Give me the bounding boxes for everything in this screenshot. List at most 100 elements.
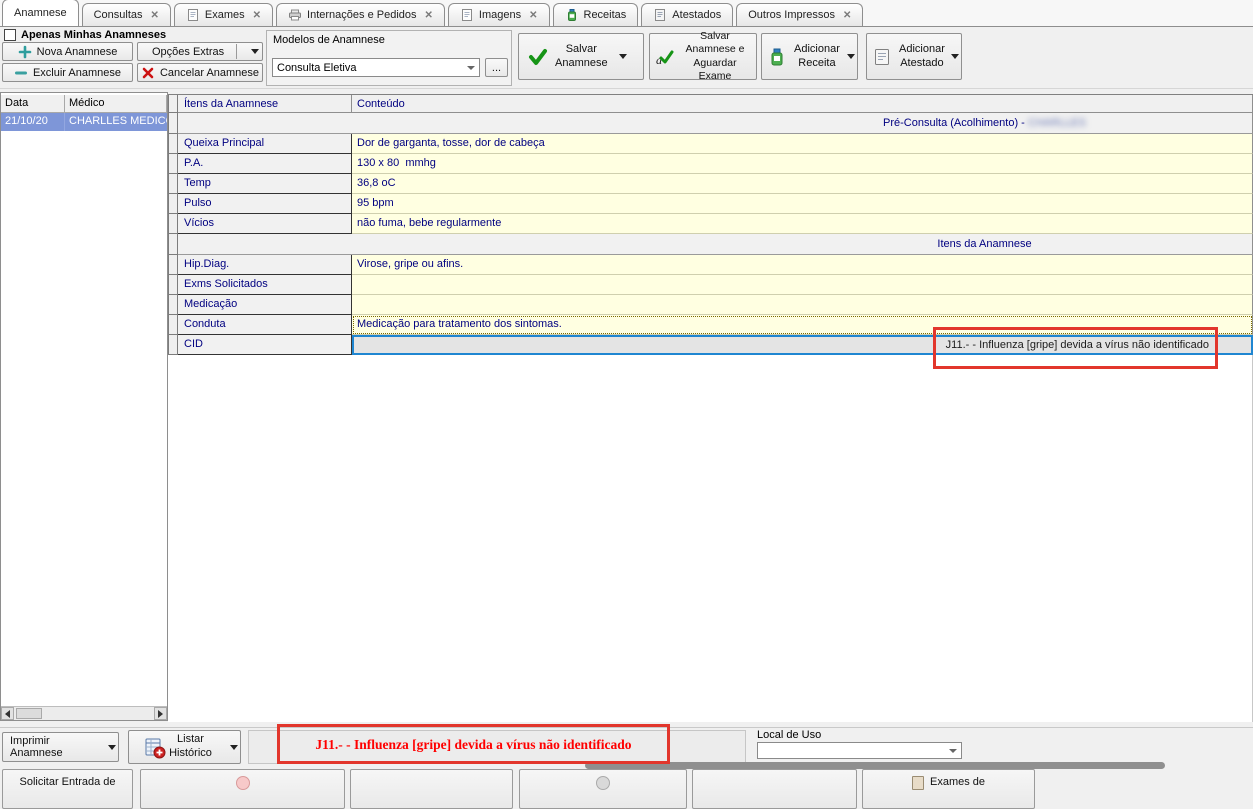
tab-label: Receitas xyxy=(584,9,627,21)
excluir-anamnese-button[interactable]: Excluir Anamnese xyxy=(2,63,133,82)
tab-label: Atestados xyxy=(672,9,721,21)
check-a-icon: a xyxy=(654,47,674,67)
panel-edge-bar xyxy=(585,762,1165,769)
tab-label: Exames xyxy=(205,9,245,21)
list-item-selected[interactable]: 21/10/20 CHARLLES MEDICO xyxy=(1,113,167,131)
row-label: P.A. xyxy=(178,154,352,174)
salvar-e-aguardar-exame-button[interactable]: a Salvar Anamnese eAguardar Exame xyxy=(649,33,757,80)
chevron-down-icon xyxy=(230,745,238,750)
partial-button-5[interactable] xyxy=(692,769,857,809)
chevron-down-icon xyxy=(619,54,627,59)
row-indicator-cell xyxy=(168,295,178,315)
scroll-left-button[interactable] xyxy=(1,707,14,720)
grid-row-medicacao: Medicação xyxy=(168,295,1253,315)
column-header-data[interactable]: Data xyxy=(1,95,65,112)
history-shield-icon xyxy=(144,737,164,757)
row-value-field[interactable]: Virose, gripe ou afins. xyxy=(352,255,1253,275)
close-icon[interactable]: ✕ xyxy=(253,10,261,21)
close-icon[interactable]: ✕ xyxy=(843,10,851,21)
exames-de-label: Exames de xyxy=(930,776,985,788)
grid-row-exms-solicitados: Exms Solicitados xyxy=(168,275,1253,295)
tab-atestados[interactable]: Atestados xyxy=(641,3,733,26)
section-row-itens-anamnese: Itens da Anamnese xyxy=(168,234,1253,255)
cid-value-field[interactable]: J11.- - Influenza [gripe] devida a vírus… xyxy=(352,335,1253,355)
tab-anamnese[interactable]: Anamnese xyxy=(2,0,79,26)
row-value-field[interactable] xyxy=(352,295,1253,315)
horizontal-scrollbar[interactable] xyxy=(1,706,167,720)
row-value-field[interactable]: Dor de garganta, tosse, dor de cabeça xyxy=(352,134,1253,154)
listar-label-2: Histórico xyxy=(169,747,212,759)
row-value-field[interactable]: 130 x 80 mmhg xyxy=(352,154,1253,174)
nova-anamnese-label: Nova Anamnese xyxy=(37,46,118,58)
listar-historico-button[interactable]: Listar Histórico xyxy=(128,730,241,764)
bottle-icon xyxy=(565,8,579,22)
atestado-label-1: Adicionar xyxy=(899,43,945,55)
modelos-anamnese-combobox[interactable]: Consulta Eletiva xyxy=(272,58,480,77)
list-header: Data Médico xyxy=(1,95,167,113)
tab-internacoes-e-pedidos[interactable]: Internações e Pedidos ✕ xyxy=(276,3,445,26)
adicionar-receita-dropdown[interactable] xyxy=(845,34,857,79)
row-value-field[interactable]: Medicação para tratamento dos sintomas. xyxy=(352,315,1253,335)
row-value-field[interactable]: 95 bpm xyxy=(352,194,1253,214)
bottom-toolbar: Imprimir Anamnese Listar Histórico J11.- … xyxy=(0,727,1253,765)
printer-icon xyxy=(288,8,302,22)
document-icon xyxy=(872,47,892,67)
salvar-label-2: Anamnese xyxy=(555,57,608,69)
tab-outros-impressos[interactable]: Outros Impressos ✕ xyxy=(736,3,863,26)
row-label: Hip.Diag. xyxy=(178,255,352,275)
partial-button-4[interactable] xyxy=(519,769,687,809)
grid-row-temp: Temp 36,8 oC xyxy=(168,174,1253,194)
exames-de-button[interactable]: Exames de xyxy=(862,769,1035,809)
tab-imagens[interactable]: Imagens ✕ xyxy=(448,3,550,26)
close-icon[interactable]: ✕ xyxy=(529,10,537,21)
opcoes-extras-dropdown[interactable] xyxy=(249,43,262,60)
cancelar-anamnese-button[interactable]: Cancelar Anamnese xyxy=(137,63,263,82)
receita-label-1: Adicionar xyxy=(794,43,840,55)
row-value-field[interactable]: 36,8 oC xyxy=(352,174,1253,194)
partial-button-3[interactable] xyxy=(350,769,513,809)
row-value-field[interactable] xyxy=(352,275,1253,295)
document-icon xyxy=(912,776,924,790)
row-value-field[interactable]: não fuma, bebe regularmente xyxy=(352,214,1253,234)
column-header-medico[interactable]: Médico xyxy=(65,95,167,112)
atestado-label-2: Atestado xyxy=(900,57,943,69)
opcoes-extras-button[interactable]: Opções Extras xyxy=(137,42,263,61)
tab-receitas[interactable]: Receitas xyxy=(553,3,639,26)
opcoes-extras-label: Opções Extras xyxy=(152,46,224,58)
listar-historico-dropdown[interactable] xyxy=(227,731,240,763)
solicitar-entrada-label: Solicitar Entrada de xyxy=(20,776,116,788)
excluir-anamnese-label: Excluir Anamnese xyxy=(33,67,121,79)
document-icon xyxy=(186,8,200,22)
solicitar-entrada-button[interactable]: Solicitar Entrada de xyxy=(2,769,133,809)
adicionar-receita-button[interactable]: AdicionarReceita xyxy=(761,33,858,80)
salvar-anamnese-button[interactable]: SalvarAnamnese xyxy=(518,33,644,80)
partial-button-2[interactable] xyxy=(140,769,345,809)
apenas-minhas-label: Apenas Minhas Anamneses xyxy=(21,29,166,41)
tab-consultas[interactable]: Consultas ✕ xyxy=(82,3,171,26)
grid-row-pa: P.A. 130 x 80 mmhg xyxy=(168,154,1253,174)
salvar-anamnese-dropdown[interactable] xyxy=(617,34,630,79)
more-label: ... xyxy=(492,62,501,74)
row-indicator-cell xyxy=(168,174,178,194)
close-icon[interactable]: ✕ xyxy=(425,10,433,21)
apenas-minhas-checkbox[interactable] xyxy=(4,29,16,41)
row-label: Temp xyxy=(178,174,352,194)
cid-display-text: J11.- - Influenza [gripe] devida a vírus… xyxy=(277,725,670,765)
adicionar-atestado-button[interactable]: Adicionar Atestado xyxy=(866,33,962,80)
local-de-uso-combobox[interactable] xyxy=(757,742,962,759)
modelos-anamnese-value: Consulta Eletiva xyxy=(277,62,357,74)
scroll-right-button[interactable] xyxy=(154,707,167,720)
apenas-minhas-checkbox-row[interactable]: Apenas Minhas Anamneses xyxy=(4,29,166,41)
modelos-anamnese-more-button[interactable]: ... xyxy=(485,58,508,77)
scrollbar-thumb[interactable] xyxy=(16,708,42,719)
row-indicator-cell xyxy=(168,194,178,214)
tab-exames[interactable]: Exames ✕ xyxy=(174,3,273,26)
row-indicator-cell xyxy=(168,234,178,255)
imprimir-dropdown[interactable] xyxy=(105,733,118,761)
listar-label-1: Listar xyxy=(177,733,204,745)
nova-anamnese-button[interactable]: Nova Anamnese xyxy=(2,42,133,61)
close-icon[interactable]: ✕ xyxy=(151,10,159,21)
adicionar-atestado-dropdown[interactable] xyxy=(950,34,961,79)
section-text: Pré-Consulta (Acolhimento) - xyxy=(883,117,1028,129)
imprimir-anamnese-button[interactable]: Imprimir Anamnese xyxy=(2,732,119,762)
